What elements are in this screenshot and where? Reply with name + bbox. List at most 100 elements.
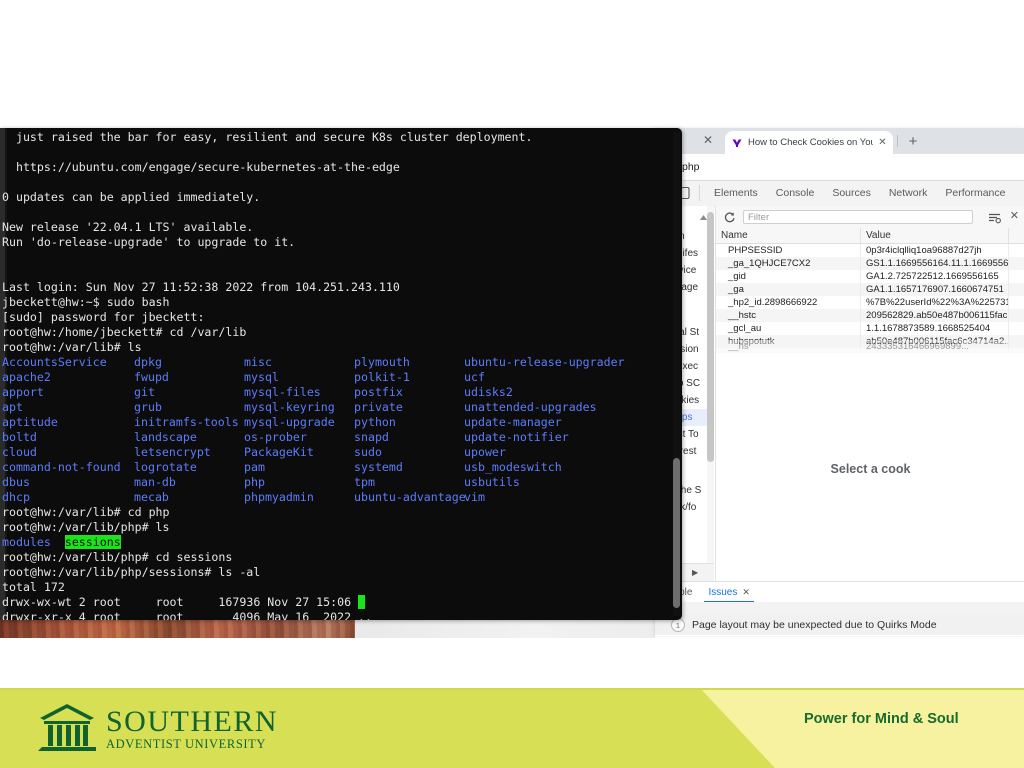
term-line: New release '22.04.1 LTS' available. [2,220,254,234]
term-line: Last login: Sun Nov 27 11:52:38 2022 fro… [2,280,400,294]
chevron-right-icon[interactable]: ▶ [692,568,698,577]
yahoo-favicon [731,137,743,149]
banner-tagline: Power for Mind & Soul [804,711,959,727]
tab-memory[interactable]: Memory [1014,181,1024,206]
sidebar-scrollbar-thumb[interactable] [707,212,714,462]
column-header-name[interactable]: Name [716,228,861,243]
tabbar-separator [699,185,700,201]
cookie-value: GA1.1.1657176907.1660674751 [861,283,1009,296]
browser-tab-title: How to Check Cookies on Your W [748,137,873,148]
cookie-name: _hp2_id.2898666922 [716,296,861,309]
table-row[interactable]: _gid GA1.2.725722512.1669556165 [716,270,1024,283]
ls-entry: ubuntu-release-upgrader [464,355,625,369]
cookie-value: 1.1.1678873589.1668525404 [861,322,1009,335]
file-size: 167936 [218,595,261,609]
cookie-extra [1009,244,1024,257]
tab-sources[interactable]: Sources [823,181,880,206]
table-row[interactable]: _ga GA1.1.1657176907.1660674751 [716,283,1024,296]
previous-tab-close-icon[interactable]: ✕ [701,133,715,147]
logo-secondary-text: ADVENTIST UNIVERSITY [106,736,267,751]
table-row[interactable]: _gcl_au 1.1.1678873589.1668525404 [716,322,1024,335]
cookie-extra [1009,257,1024,270]
ls-entry: boltd [2,430,37,444]
drawer-subbar [655,602,1024,616]
new-tab-button[interactable]: + [905,134,921,150]
term-line: root@hw:/var/lib# ls [2,340,142,354]
devtools-panel: Elements Console Sources Network Perform… [655,181,1024,636]
banner-top-rule [0,688,1024,690]
ls-entry: php [244,475,265,489]
ls-entry: snapd [354,430,389,444]
ls-entry: mecab [134,490,169,504]
drawer-tab-issues[interactable]: Issues ✕ [700,582,757,603]
university-logo: SOUTHERN ADVENTIST UNIVERSITY [36,702,278,754]
cookie-extra [1009,322,1024,335]
browser-address-bar[interactable]: php [655,154,1024,180]
cookie-table: Name Value PHPSESSID 0p3r4iclqlliq1oa968… [716,228,1024,353]
file-group: root [155,610,184,620]
greek-temple-icon [36,702,98,754]
ls-entry: mysql-files [244,385,321,399]
drawer-tab-issues-label: Issues [708,587,738,598]
ls-entry: initramfs-tools [134,415,239,429]
cookie-name: _gid [716,270,861,283]
cookie-value: %7B%22userId%22%3A%225731... [861,296,1009,309]
ls-entry: python [354,415,396,429]
cookie-name: _gcl_au [716,322,861,335]
tab-performance[interactable]: Performance [936,181,1014,206]
clear-filter-icon[interactable]: ✕ [1010,210,1019,222]
terminal-scrollbar-thumb[interactable] [673,458,680,608]
ls-entry: dhcp [2,490,30,504]
terminal-window[interactable]: just raised the bar for easy, resilient … [0,128,682,620]
ls-entry: phpmyadmin [244,490,314,504]
table-row[interactable]: _hp2_id.2898666922 %7B%22userId%22%3A%22… [716,296,1024,309]
issue-row[interactable]: 1 Page layout may be unexpected due to Q… [655,615,1024,635]
filter-settings-icon[interactable] [988,211,1001,224]
filter-input[interactable]: Filter [743,210,973,224]
ls-entry: logrotate [134,460,197,474]
table-row[interactable]: __hstc 209562829.ab50e487b006115fac... [716,309,1024,322]
issue-count-badge: 1 [671,618,685,632]
ls-entry: pam [244,460,265,474]
tab-network[interactable]: Network [880,181,937,206]
refresh-icon[interactable] [723,211,736,224]
tab-elements[interactable]: Elements [705,181,767,206]
term-line: root@hw:/var/lib/php/sessions# ls -al [2,565,261,579]
close-icon[interactable]: ✕ [878,137,887,148]
ls-entry: usbutils [464,475,520,489]
cookie-filter-bar: Filter ✕ [716,206,1024,229]
slide-footer-banner: SOUTHERN ADVENTIST UNIVERSITY Power for … [0,688,1024,768]
ls-entry: grub [134,400,162,414]
cookie-name: _ga_1QHJCE7CX2 [716,257,861,270]
tab-divider [897,135,898,147]
file-links: 4 [78,610,86,620]
ls-entry: AccountsService [2,355,107,369]
column-header-extra[interactable] [1009,228,1024,243]
file-owner: root [92,610,121,620]
ls-entry: vim [464,490,485,504]
table-row[interactable]: _ga_1QHJCE7CX2 GS1.1.1669556164.11.1.166… [716,257,1024,270]
devtools-tabbar: Elements Console Sources Network Perform… [655,181,1024,207]
ls-entry: os-prober [244,430,307,444]
column-header-value[interactable]: Value [861,228,1009,243]
cookie-value: 209562829.ab50e487b006115fac... [861,309,1009,322]
terminal-output: just raised the bar for easy, resilient … [0,128,660,620]
close-icon[interactable]: ✕ [742,582,750,603]
ls-entry: update-manager [464,415,562,429]
slide-canvas: ✕ How to Check Cookies on Your W ✕ + php [0,0,1024,768]
cookie-value: GA1.2.725722512.1669556165 [861,270,1009,283]
file-group: root [155,595,184,609]
cookie-value: 243335316466969899... [861,340,1009,353]
empty-state-message: Select a cook [830,461,911,476]
tab-console[interactable]: Console [767,181,824,206]
ls-entry: mysql-upgrade [244,415,335,429]
table-row[interactable]: PHPSESSID 0p3r4iclqlliq1oa96887d27jh [716,244,1024,257]
ls-entry: fwupd [134,370,169,384]
term-line: [sudo] password for jbeckett: [2,310,205,324]
devtools-cookie-pane: Filter ✕ Name Value PHPSESSID 0p3r4iclql… [715,206,1024,581]
browser-tab-active[interactable]: How to Check Cookies on Your W ✕ [725,131,893,154]
term-line: jbeckett@hw:~$ sudo bash [2,295,170,309]
cookie-table-header: Name Value [716,228,1024,244]
ls-entry: landscape [134,430,197,444]
ls-entry: misc [244,355,272,369]
